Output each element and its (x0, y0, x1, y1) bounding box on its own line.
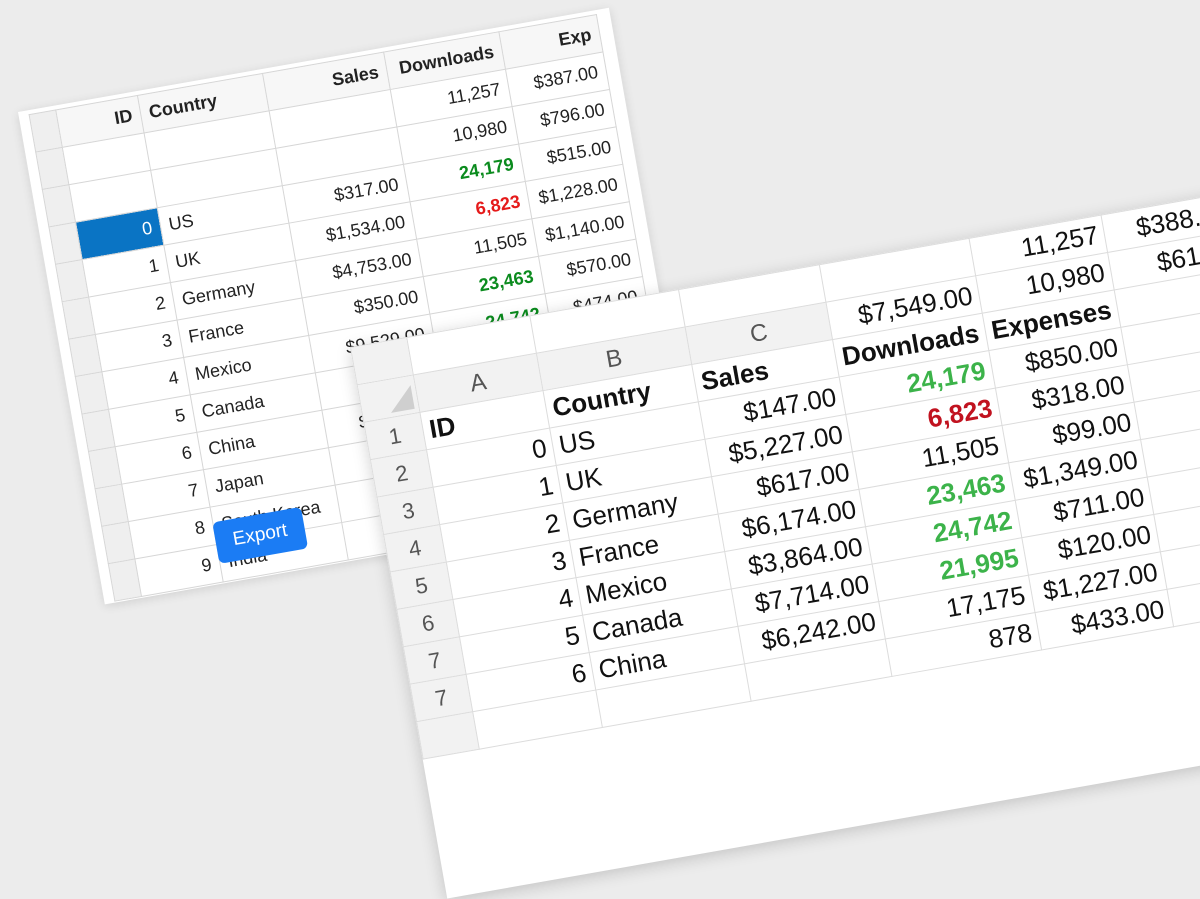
row-header[interactable] (416, 711, 480, 760)
select-all-triangle-icon (386, 385, 415, 413)
